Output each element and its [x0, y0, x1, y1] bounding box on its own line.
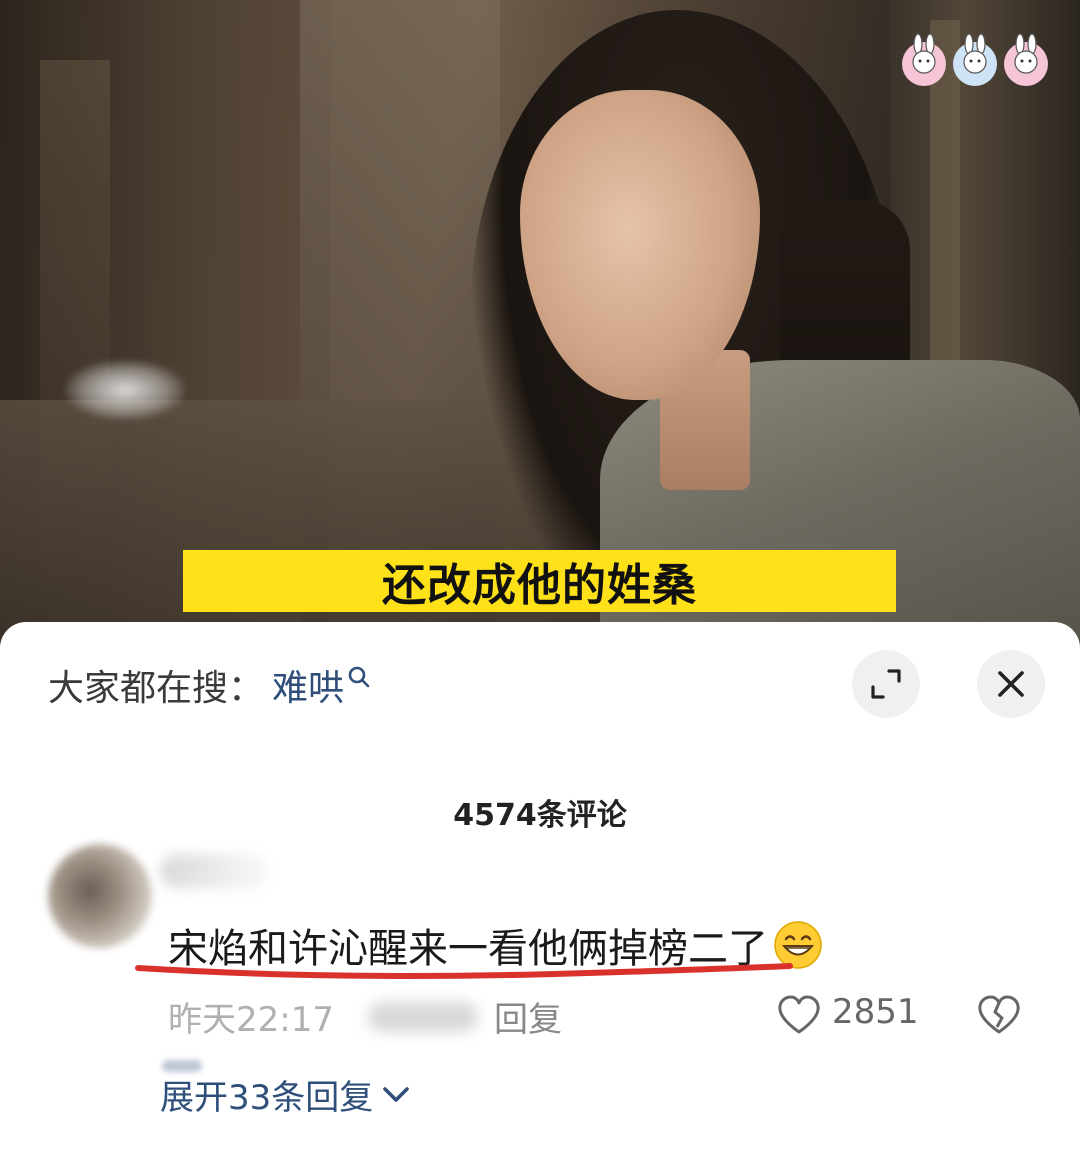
expand-button[interactable]	[852, 650, 920, 718]
heart-outline-icon[interactable]	[776, 994, 822, 1036]
avatar[interactable]	[48, 844, 152, 948]
bunny-stickers-icon	[902, 33, 1048, 86]
video-frame[interactable]: 还改成他的姓桑	[0, 0, 1080, 660]
comment-timestamp: 昨天22:17	[168, 1000, 334, 1040]
comment-sheet: 大家都在搜： 难哄 4574条评论 宋焰和许沁醒来一看他俩掉榜二了 昨天22:1…	[0, 622, 1080, 1160]
trending-search-label: 大家都在搜：	[48, 668, 265, 709]
trending-search-term[interactable]: 难哄	[272, 659, 344, 711]
trending-search-bar: 大家都在搜： 难哄	[48, 660, 372, 710]
red-underline-annotation	[135, 963, 793, 979]
blurred-logo	[65, 360, 185, 420]
username-redacted	[160, 854, 270, 888]
page: 还改成他的姓桑 大家都在搜： 难哄 4574条评论 宋焰和许沁醒来一看他俩掉榜二…	[0, 0, 1080, 1160]
like-count: 2851	[832, 992, 919, 1032]
comment-count: 4574条评论	[453, 798, 627, 833]
comment-meta: 昨天22:17 回复 2851	[168, 992, 1038, 1041]
broken-heart-icon[interactable]	[976, 994, 1022, 1036]
expand-icon	[871, 669, 901, 699]
expand-replies-button[interactable]: 展开33条回复	[160, 1070, 411, 1119]
subtitle-text: 还改成他的姓桑	[382, 560, 697, 611]
search-icon[interactable]	[346, 664, 372, 692]
close-icon	[998, 671, 1024, 697]
location-redacted	[368, 1002, 478, 1032]
video-subtitle: 还改成他的姓桑	[183, 550, 896, 612]
chevron-down-icon	[383, 1086, 410, 1102]
expand-replies-label: 展开33条回复	[160, 1078, 374, 1118]
reply-button[interactable]: 回复	[494, 992, 562, 1041]
close-button[interactable]	[977, 650, 1045, 718]
